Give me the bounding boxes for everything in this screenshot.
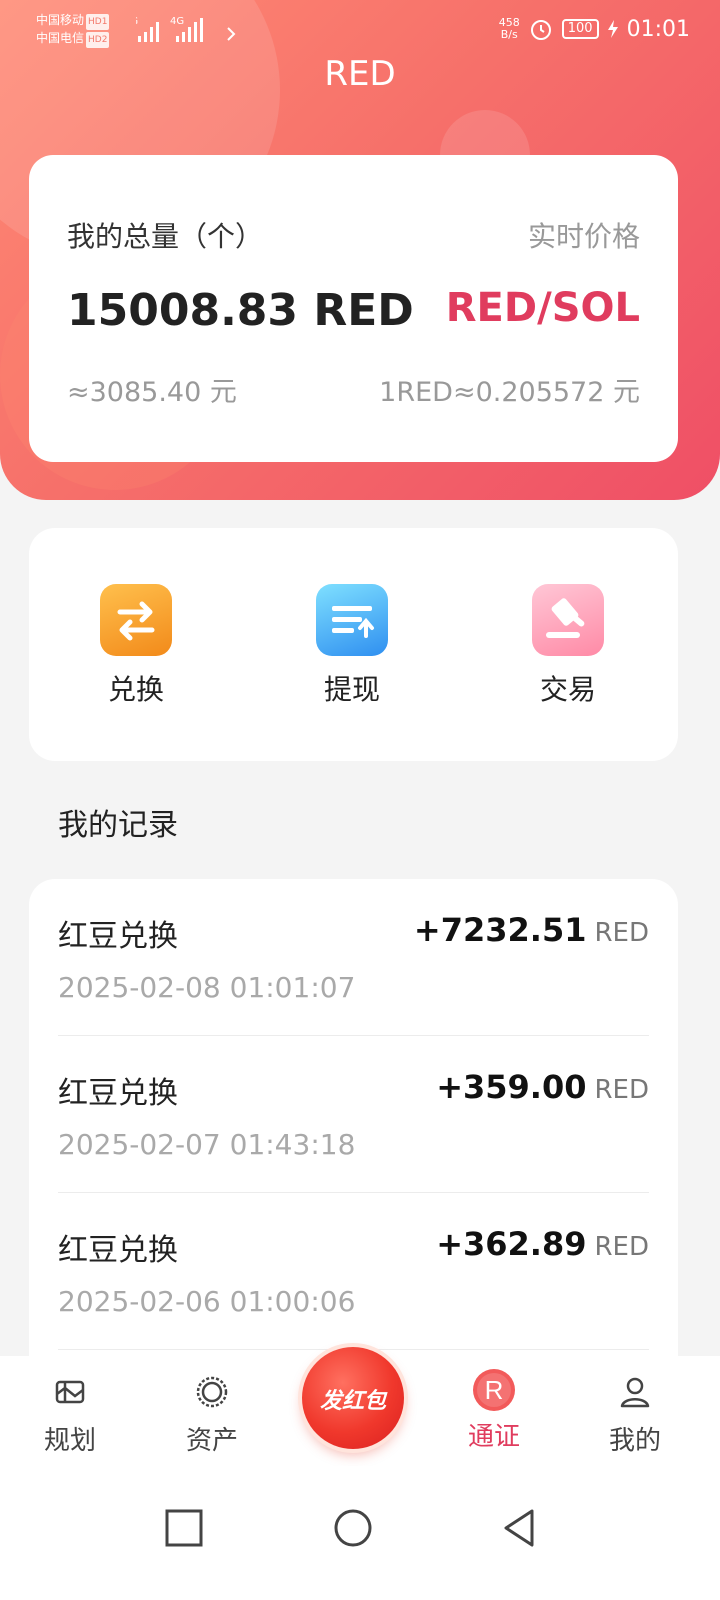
- red-packet-label: 发红包: [319, 1389, 386, 1414]
- exchange-rate: 1RED≈0.205572 元: [379, 377, 640, 408]
- send-red-packet-button[interactable]: 发红包: [302, 1347, 404, 1449]
- realtime-price-label: 实时价格: [527, 220, 640, 253]
- signal-icons: 4G 4G: [124, 14, 246, 49]
- user-icon: [617, 1374, 653, 1410]
- record-time: 2025-02-07 01:43:18: [58, 1128, 356, 1161]
- trade-button[interactable]: 交易: [493, 584, 643, 708]
- system-nav-bar: [0, 1466, 720, 1600]
- svg-text:4G: 4G: [136, 16, 138, 27]
- carrier-2: 中国电信: [36, 31, 85, 45]
- approx-value: ≈3085.40 元: [67, 377, 237, 408]
- record-title: 红豆兑换: [58, 1233, 178, 1268]
- page-title: RED: [324, 54, 396, 94]
- exchange-button[interactable]: 兑换: [61, 584, 211, 708]
- status-bar: 中国移动HD1 中国电信HD2 4G 4G 458B/s 100 01:01: [0, 0, 720, 60]
- list-item[interactable]: 红豆兑换 +362.89 RED 2025-02-06 01:00:06: [58, 1193, 649, 1350]
- records-title: 我的记录: [58, 808, 178, 843]
- svg-text:4G: 4G: [170, 16, 184, 27]
- tab-assets[interactable]: 资产: [157, 1374, 267, 1457]
- record-time: 2025-02-06 01:00:06: [58, 1285, 356, 1318]
- record-amount: +7232.51 RED: [413, 911, 649, 949]
- total-amount: 15008.83 RED: [67, 285, 414, 336]
- trade-label: 交易: [539, 673, 596, 706]
- withdraw-icon: [316, 584, 388, 656]
- tab-label: 规划: [43, 1426, 96, 1456]
- record-title: 红豆兑换: [58, 919, 178, 954]
- total-label: 我的总量（个）: [67, 220, 264, 253]
- tab-plan[interactable]: 规划: [15, 1374, 125, 1457]
- tab-token[interactable]: R 通证: [439, 1369, 549, 1453]
- tab-label: 我的: [608, 1426, 661, 1456]
- exchange-label: 兑换: [107, 673, 164, 706]
- list-item[interactable]: 红豆兑换 +359.00 RED 2025-02-07 01:43:18: [58, 1036, 649, 1193]
- record-title: 红豆兑换: [58, 1076, 178, 1111]
- svg-text:R: R: [485, 1375, 504, 1405]
- record-amount: +359.00 RED: [436, 1068, 649, 1106]
- withdraw-label: 提现: [323, 673, 380, 706]
- circle-icon: [334, 1509, 372, 1547]
- alarm-icon: [530, 20, 551, 40]
- token-r-icon: R: [472, 1368, 516, 1412]
- status-right: 458 B/s 100 01:01: [499, 16, 690, 42]
- charging-icon: [607, 20, 618, 38]
- home-button[interactable]: [323, 1498, 383, 1558]
- tab-label: 通证: [467, 1422, 520, 1452]
- triangle-back-icon: [504, 1509, 534, 1547]
- hd-badge: HD2: [86, 32, 110, 48]
- record-time: 2025-02-08 01:01:07: [58, 971, 356, 1004]
- signal-icon: 4G 4G: [124, 16, 236, 42]
- clock: 01:01: [626, 16, 690, 42]
- trading-pair[interactable]: RED/SOL: [446, 285, 640, 331]
- asset-ring-icon: [194, 1374, 230, 1410]
- tab-label: 资产: [185, 1426, 238, 1456]
- map-icon: [52, 1374, 88, 1410]
- action-panel: 兑换 提现 交易: [29, 528, 678, 761]
- back-button[interactable]: [490, 1498, 550, 1558]
- carrier-info: 中国移动 HD1 中国电信 HD2: [36, 12, 110, 48]
- hd-badge: HD1: [86, 14, 110, 30]
- list-item[interactable]: 红豆兑换 +7232.51 RED 2025-02-08 01:01:07: [58, 879, 649, 1036]
- tab-mine[interactable]: 我的: [580, 1374, 690, 1457]
- exchange-icon: [100, 584, 172, 656]
- balance-card: 我的总量（个） 实时价格 15008.83 RED RED/SOL ≈3085.…: [29, 155, 678, 462]
- withdraw-button[interactable]: 提现: [277, 584, 427, 708]
- carrier-1: 中国移动: [36, 13, 85, 27]
- net-speed: 458 B/s: [498, 16, 520, 41]
- gavel-icon: [532, 584, 604, 656]
- recent-apps-button[interactable]: [154, 1498, 214, 1558]
- battery-indicator: 100: [561, 19, 599, 39]
- square-icon: [165, 1509, 203, 1547]
- record-amount: +362.89 RED: [436, 1225, 649, 1263]
